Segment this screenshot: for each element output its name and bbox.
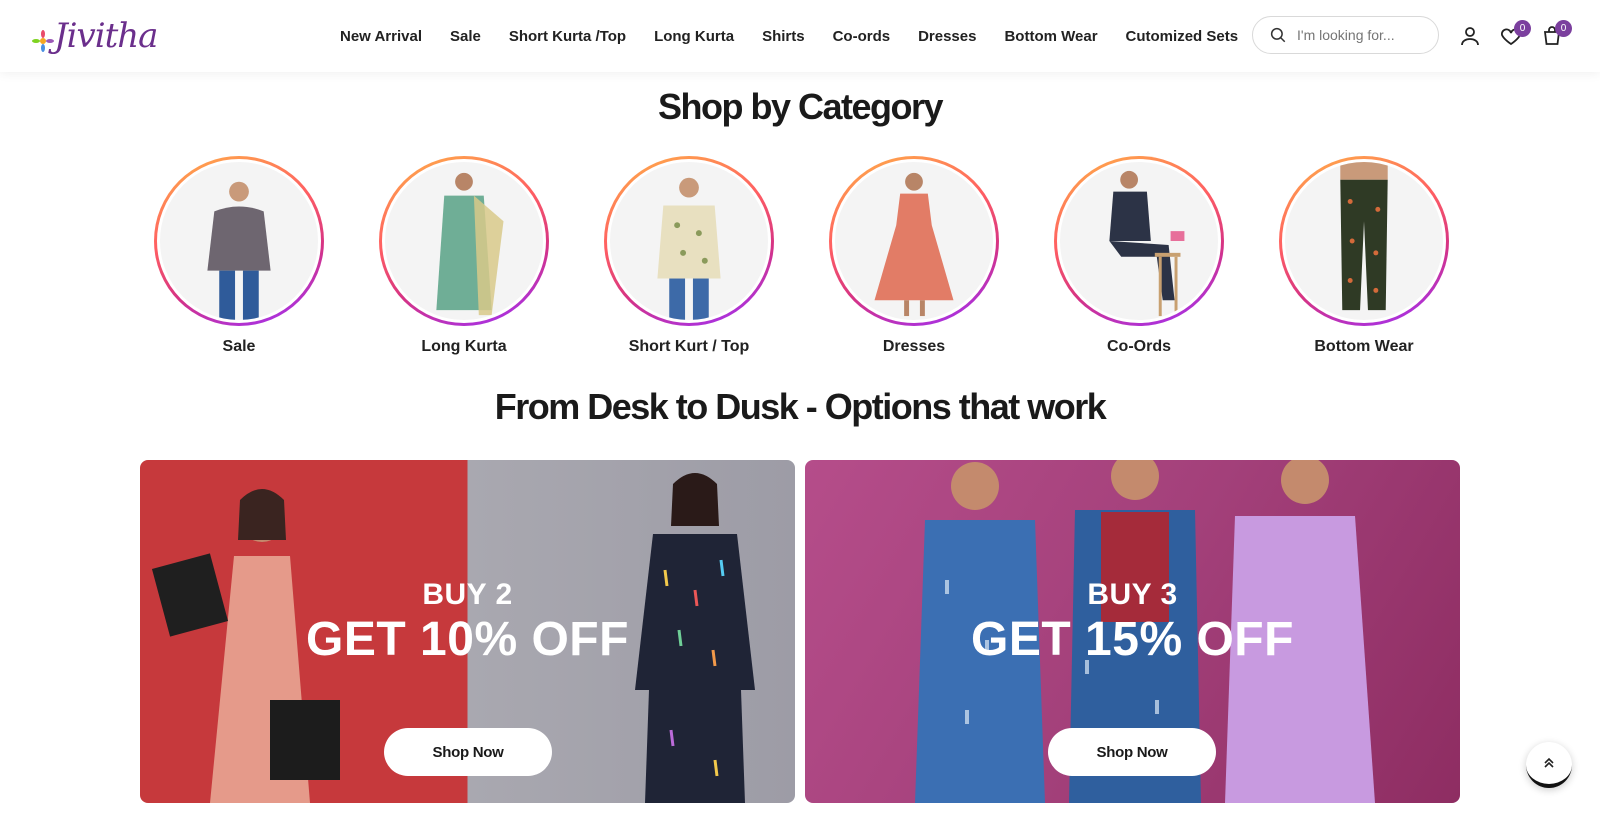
search-input[interactable] [1297, 27, 1427, 43]
category-label: Sale [222, 338, 256, 355]
nav-dresses[interactable]: Dresses [918, 28, 976, 45]
cart-button[interactable]: 0 [1540, 20, 1572, 48]
promo-section-title: From Desk to Dusk - Options that work [494, 386, 1107, 427]
category-image [607, 159, 771, 323]
category-section-title: Shop by Category [657, 86, 944, 127]
category-image [157, 159, 321, 323]
nav-shirts[interactable]: Shirts [762, 28, 805, 45]
site-header: Jivitha New Arrival Sale Short Kurta /To… [0, 0, 1600, 72]
category-label: Co-Ords [1107, 338, 1171, 355]
category-image [382, 159, 546, 323]
category-ring [154, 156, 324, 326]
nav-bottom-wear[interactable]: Bottom Wear [1004, 28, 1097, 45]
category-co-ords[interactable]: Co-Ords [1054, 156, 1224, 356]
nav-short-kurta[interactable]: Short Kurta /Top [509, 28, 626, 45]
category-ring [379, 156, 549, 326]
category-bottom-wear[interactable]: Bottom Wear [1279, 156, 1449, 356]
cart-count-badge: 0 [1555, 20, 1572, 37]
brand-name: Jivitha [54, 16, 158, 56]
promo-banner-buy3[interactable]: BUY 3 GET 15% OFF Shop Now [805, 460, 1460, 803]
scroll-to-top-button[interactable] [1526, 742, 1572, 788]
shop-now-button[interactable]: Shop Now [1048, 728, 1216, 776]
promo-line-2: GET 10% OFF [306, 613, 629, 666]
shop-now-button[interactable]: Shop Now [384, 728, 552, 776]
category-image [1057, 159, 1221, 323]
model-figure [1109, 170, 1185, 317]
model-figure [657, 177, 721, 320]
category-image [1282, 159, 1446, 323]
flower-icon [32, 30, 54, 52]
category-label: Dresses [882, 338, 946, 355]
category-label: Short Kurt / Top [628, 338, 750, 355]
model-figure [207, 181, 271, 320]
category-dresses[interactable]: Dresses [829, 156, 999, 356]
promo-line-2: GET 15% OFF [971, 613, 1294, 666]
category-ring [1279, 156, 1449, 326]
model-figure [1340, 162, 1388, 311]
model-figure [874, 172, 954, 317]
category-short-kurti-top[interactable]: Short Kurt / Top [604, 156, 774, 356]
nav-co-ords[interactable]: Co-ords [833, 28, 891, 45]
promo-line-1: BUY 2 [422, 578, 513, 611]
user-icon [1461, 27, 1479, 46]
nav-sale[interactable]: Sale [450, 28, 481, 45]
category-label: Bottom Wear [1314, 338, 1414, 355]
nav-long-kurta[interactable]: Long Kurta [654, 28, 734, 45]
promo-line-1: BUY 3 [1087, 578, 1178, 611]
nav-customized-sets[interactable]: Cutomized Sets [1126, 28, 1239, 45]
category-ring [1054, 156, 1224, 326]
wishlist-count-badge: 0 [1514, 20, 1531, 37]
category-ring [829, 156, 999, 326]
promo-banner-buy2[interactable]: BUY 2 GET 10% OFF Shop Now [140, 460, 795, 803]
category-label: Long Kurta [421, 338, 507, 355]
wishlist-button[interactable]: 0 [1499, 20, 1531, 48]
nav-new-arrival[interactable]: New Arrival [340, 28, 422, 45]
search-box[interactable] [1252, 16, 1439, 54]
main-nav: New Arrival Sale Short Kurta /Top Long K… [340, 0, 1266, 72]
category-long-kurta[interactable]: Long Kurta [379, 156, 549, 356]
brand-logo[interactable]: Jivitha [32, 14, 158, 58]
account-button[interactable] [1458, 24, 1482, 48]
search-icon [1270, 27, 1286, 43]
double-chevron-up-icon [1544, 757, 1554, 768]
category-ring [604, 156, 774, 326]
category-sale[interactable]: Sale [154, 156, 324, 356]
model-figure [436, 172, 504, 316]
category-image [832, 159, 996, 323]
